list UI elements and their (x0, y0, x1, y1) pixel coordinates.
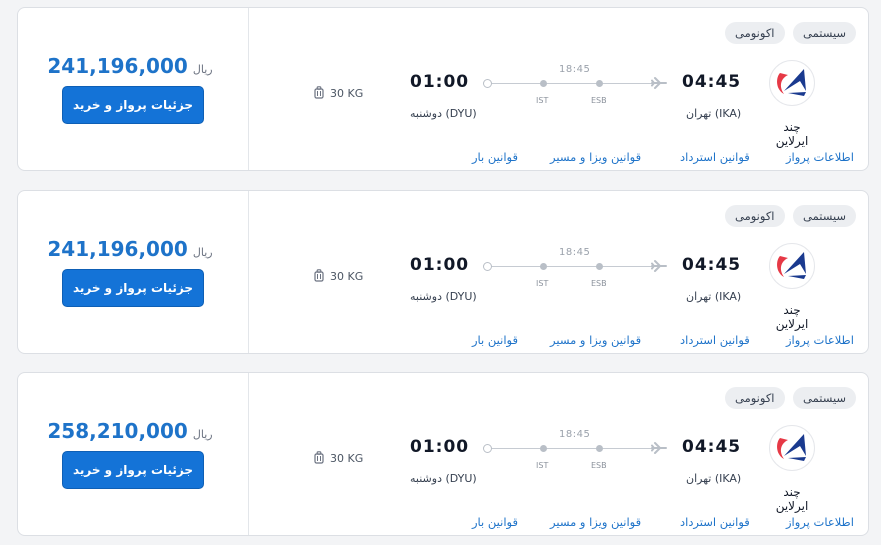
departure-time: 04:45 (682, 255, 742, 275)
departure-city: تهران (IKA) (686, 472, 742, 485)
price-value: 241,196,000 (47, 54, 188, 78)
link-flight-info[interactable]: اطلاعات پرواز (786, 515, 854, 529)
arrival-city: دوشنبه (DYU) (410, 290, 477, 303)
card-divider (248, 8, 249, 170)
route-end-dot (483, 262, 492, 271)
flight-duration: 18:45 (559, 247, 591, 258)
link-visa-rules[interactable]: قوانین ویزا و مسیر (550, 515, 641, 529)
baggage-allowance: 30 KG (314, 269, 363, 283)
airline-logo (769, 60, 815, 106)
departure-time: 04:45 (682, 437, 742, 457)
link-refund-rules[interactable]: قوانین استرداد (680, 515, 750, 529)
stop-dot (540, 263, 547, 270)
route-line (488, 83, 656, 84)
arrival-time: 01:00 (410, 72, 470, 92)
badge-economy: اکونومی (725, 205, 785, 227)
arrival-city: دوشنبه (DYU) (410, 472, 477, 485)
stop-code: IST (536, 461, 549, 470)
baggage-allowance: 30 KG (314, 451, 363, 465)
badge-system: سیستمی (793, 22, 857, 44)
arrival-city: دوشنبه (DYU) (410, 107, 477, 120)
route-end-dot (483, 444, 492, 453)
currency-label: ریال (192, 428, 213, 441)
departure-city: تهران (IKA) (686, 107, 742, 120)
stop-code: ESB (591, 461, 607, 470)
arrival-time: 01:00 (410, 255, 470, 275)
baggage-weight: 30 KG (330, 451, 364, 465)
link-refund-rules[interactable]: قوانین استرداد (680, 150, 750, 164)
flight-card: ریال 258,210,000 جزئیات پرواز و خرید 30 … (17, 372, 869, 536)
link-baggage-rules[interactable]: قوانین بار (472, 515, 518, 529)
airplane-icon (651, 77, 667, 89)
arrival-time: 01:00 (410, 437, 470, 457)
badge-system: سیستمی (793, 205, 857, 227)
flight-details-buy-button[interactable]: جزئیات پرواز و خرید (62, 86, 204, 124)
price-value: 258,210,000 (47, 419, 188, 443)
link-visa-rules[interactable]: قوانین ویزا و مسیر (550, 333, 641, 347)
card-divider (248, 373, 249, 535)
luggage-icon (314, 86, 324, 99)
airplane-icon (651, 260, 667, 272)
stop-code: IST (536, 279, 549, 288)
link-flight-info[interactable]: اطلاعات پرواز (786, 150, 854, 164)
price-block: ریال 241,196,000 (18, 237, 248, 261)
airline-logo (769, 425, 815, 471)
link-refund-rules[interactable]: قوانین استرداد (680, 333, 750, 347)
luggage-icon (314, 451, 324, 464)
route-line (488, 266, 656, 267)
flight-details-buy-button[interactable]: جزئیات پرواز و خرید (62, 451, 204, 489)
price-value: 241,196,000 (47, 237, 188, 261)
flight-duration: 18:45 (559, 64, 591, 75)
price-block: ریال 241,196,000 (18, 54, 248, 78)
airline-name: چند ایرلاین (775, 485, 809, 513)
currency-label: ریال (192, 63, 213, 76)
link-baggage-rules[interactable]: قوانین بار (472, 333, 518, 347)
departure-time: 04:45 (682, 72, 742, 92)
link-visa-rules[interactable]: قوانین ویزا و مسیر (550, 150, 641, 164)
route-end-dot (483, 79, 492, 88)
airline-name: چند ایرلاین (775, 303, 809, 331)
airline-logo (769, 243, 815, 289)
airplane-icon (651, 442, 667, 454)
flight-details-buy-button[interactable]: جزئیات پرواز و خرید (62, 269, 204, 307)
route-line (488, 448, 656, 449)
stop-dot (540, 445, 547, 452)
badge-system: سیستمی (793, 387, 857, 409)
flight-card: ریال 241,196,000 جزئیات پرواز و خرید 30 … (17, 190, 869, 354)
departure-city: تهران (IKA) (686, 290, 742, 303)
stop-dot (596, 263, 603, 270)
stop-code: ESB (591, 279, 607, 288)
link-baggage-rules[interactable]: قوانین بار (472, 150, 518, 164)
stop-dot (596, 445, 603, 452)
baggage-weight: 30 KG (330, 269, 364, 283)
stop-dot (540, 80, 547, 87)
stop-code: ESB (591, 96, 607, 105)
baggage-weight: 30 KG (330, 86, 364, 100)
baggage-allowance: 30 KG (314, 86, 363, 100)
stop-code: IST (536, 96, 549, 105)
flight-card: ریال 241,196,000 جزئیات پرواز و خرید 30 … (17, 7, 869, 171)
stop-dot (596, 80, 603, 87)
price-block: ریال 258,210,000 (18, 419, 248, 443)
badge-economy: اکونومی (725, 22, 785, 44)
card-divider (248, 191, 249, 353)
badge-economy: اکونومی (725, 387, 785, 409)
airline-name: چند ایرلاین (775, 120, 809, 148)
flight-duration: 18:45 (559, 429, 591, 440)
link-flight-info[interactable]: اطلاعات پرواز (786, 333, 854, 347)
currency-label: ریال (192, 246, 213, 259)
luggage-icon (314, 269, 324, 282)
